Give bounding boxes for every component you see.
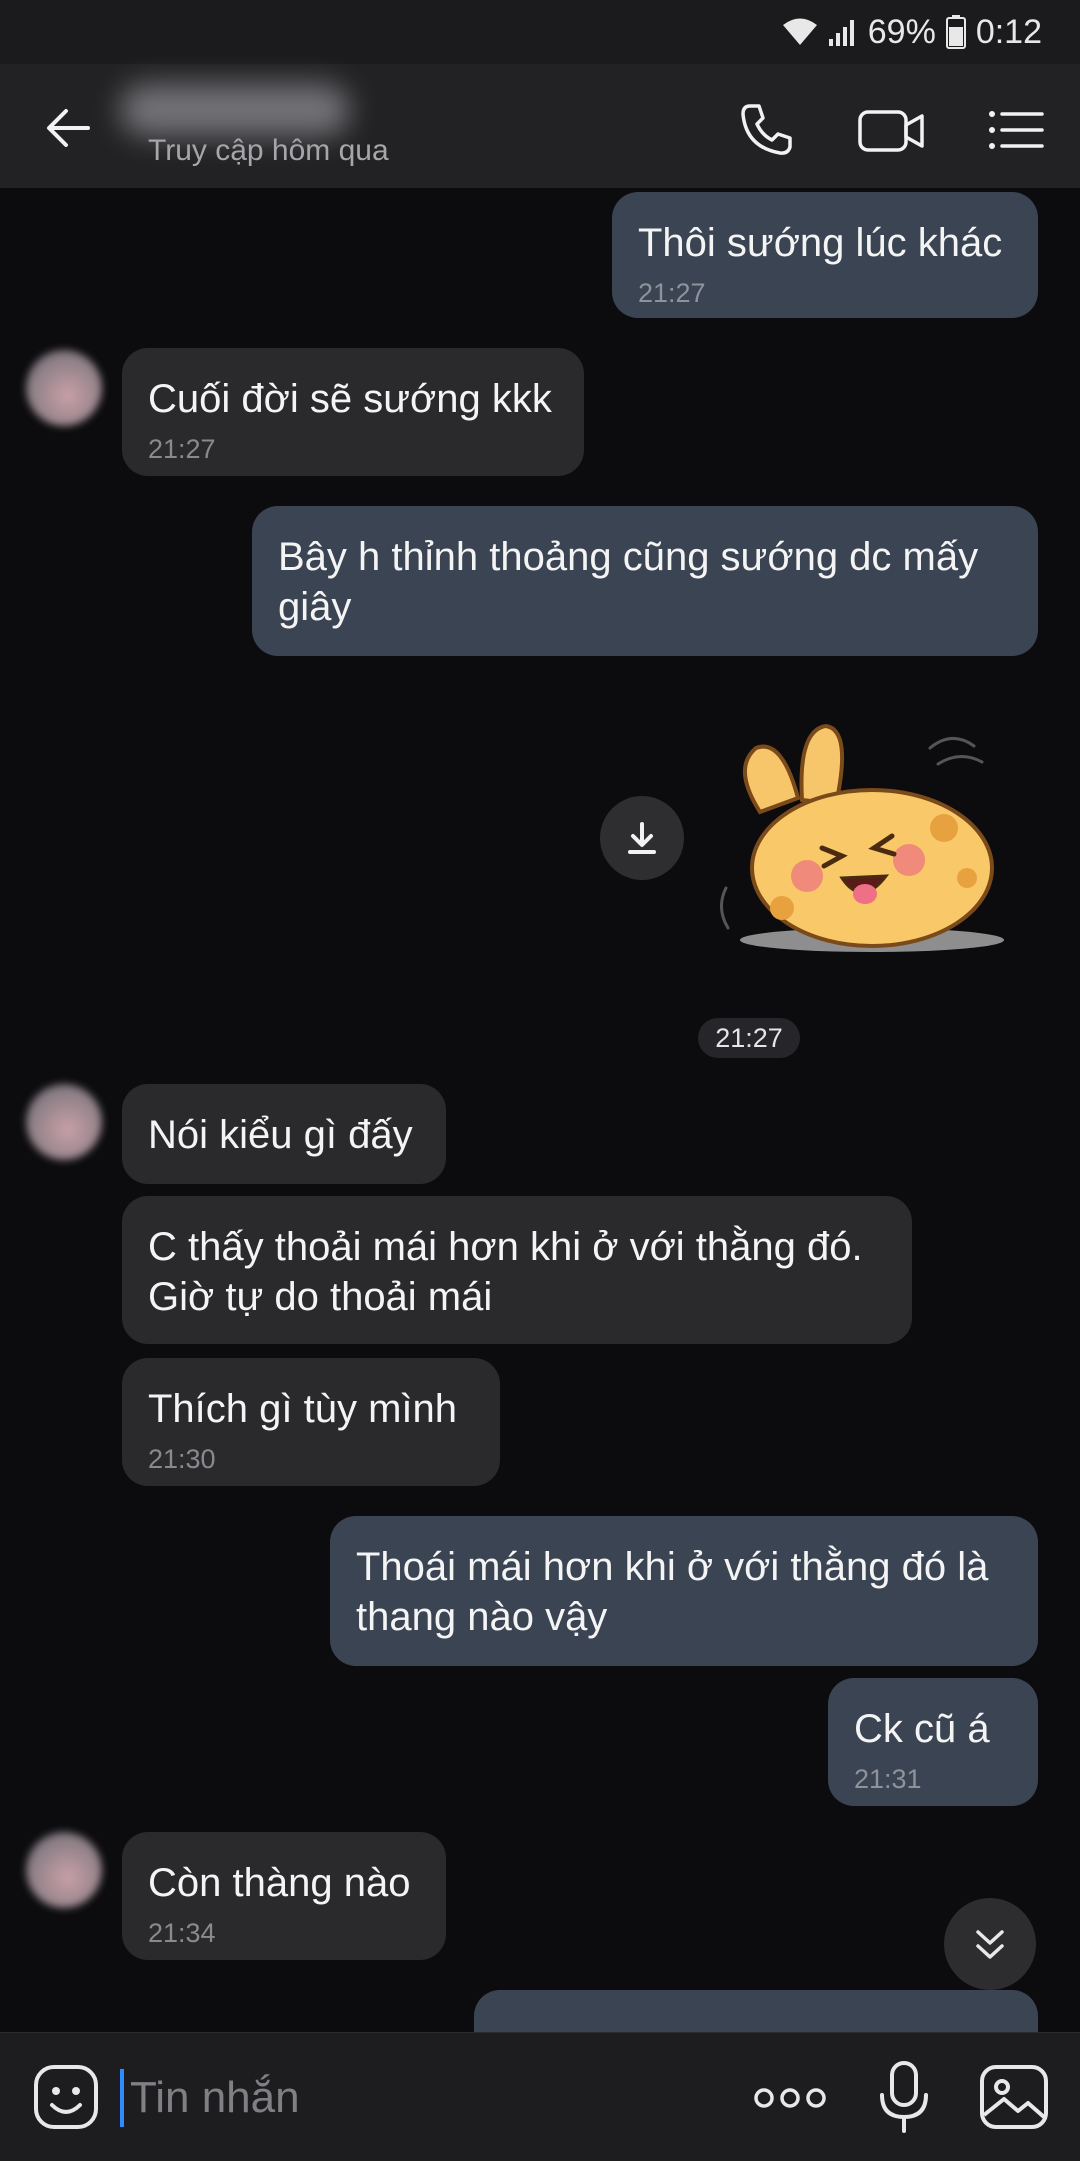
message-list[interactable]: Thôi sướng lúc khác 21:27 Cuối đời sẽ sư… xyxy=(0,188,1080,2032)
message-input-bar xyxy=(0,2032,1080,2161)
message-bubble-incoming[interactable]: Thích gì tùy mình 21:30 xyxy=(122,1358,500,1486)
message-text: Thoái mái hơn khi ở với thằng đó là than… xyxy=(356,1545,989,1639)
contact-name-redacted xyxy=(120,84,350,136)
message-bubble-incoming[interactable]: Nói kiểu gì đấy xyxy=(122,1084,446,1184)
message-time: 21:34 xyxy=(148,1918,216,1948)
message-time: 21:27 xyxy=(638,278,706,308)
chat-header: Truy cập hôm qua xyxy=(0,64,1080,188)
more-dots-icon xyxy=(754,2088,826,2108)
message-time: 21:27 xyxy=(148,434,216,464)
avatar[interactable] xyxy=(26,1832,102,1908)
message-bubble-outgoing[interactable]: Ck cũ á 21:31 xyxy=(828,1678,1038,1806)
message-input[interactable] xyxy=(128,2057,712,2139)
clock: 0:12 xyxy=(975,12,1042,51)
message-text: Còn thàng nào xyxy=(148,1861,411,1905)
call-button[interactable] xyxy=(730,94,802,166)
avatar[interactable] xyxy=(26,1084,102,1160)
signal-icon xyxy=(828,20,854,46)
more-options-button[interactable] xyxy=(752,2063,828,2133)
battery-icon xyxy=(945,15,966,49)
image-gallery-icon xyxy=(980,2065,1048,2129)
message-text: Thôi sướng lúc khác xyxy=(638,221,1003,265)
text-caret xyxy=(120,2069,124,2127)
scroll-to-bottom-button[interactable] xyxy=(944,1898,1036,1990)
message-time: 21:31 xyxy=(854,1764,922,1794)
microphone-icon xyxy=(880,2061,928,2133)
status-indicators: 69% 0:12 xyxy=(782,8,1042,56)
status-bar: 69% 0:12 xyxy=(0,0,1080,64)
message-bubble-incoming[interactable]: C thấy thoải mái hơn khi ở với thằng đó.… xyxy=(122,1196,912,1344)
wifi-icon xyxy=(782,18,817,45)
download-sticker-button[interactable] xyxy=(600,796,684,880)
back-button[interactable] xyxy=(40,100,96,156)
message-text: Ck cũ á xyxy=(854,1707,990,1751)
last-seen-status: Truy cập hôm qua xyxy=(148,134,389,167)
phone-icon xyxy=(741,104,792,155)
message-bubble-outgoing[interactable]: Bây h thỉnh thoảng cũng sướng dc mấy giâ… xyxy=(252,506,1038,656)
message-time: 21:30 xyxy=(148,1444,216,1474)
sticker-time-chip: 21:27 xyxy=(698,1018,800,1058)
voice-message-button[interactable] xyxy=(872,2057,936,2137)
message-bubble-outgoing[interactable]: Thoái mái hơn khi ở với thằng đó là than… xyxy=(330,1516,1038,1666)
menu-button[interactable] xyxy=(980,94,1052,166)
bunny-sticker[interactable] xyxy=(712,708,1012,968)
message-text: Thích gì tùy mình xyxy=(148,1387,458,1431)
message-text: Nói kiểu gì đấy xyxy=(148,1113,413,1157)
message-bubble-incoming[interactable]: Cuối đời sẽ sướng kkk 21:27 xyxy=(122,348,584,476)
battery-percent: 69% xyxy=(867,12,936,51)
message-text: C thấy thoải mái hơn khi ở với thằng đó.… xyxy=(148,1225,863,1319)
emoji-button[interactable] xyxy=(30,2061,102,2133)
menu-list-icon xyxy=(989,111,1044,149)
avatar[interactable] xyxy=(26,350,102,426)
back-arrow-icon xyxy=(47,109,90,147)
message-bubble-incoming[interactable]: Còn thàng nào 21:34 xyxy=(122,1832,446,1960)
message-bubble-outgoing[interactable]: Thôi sướng lúc khác 21:27 xyxy=(612,192,1038,318)
message-text: Cuối đời sẽ sướng kkk xyxy=(148,377,552,421)
emoji-face-icon xyxy=(34,2065,98,2129)
double-chevron-down-icon xyxy=(976,1930,1004,1959)
message-bubble-outgoing-partial[interactable] xyxy=(474,1990,1038,2032)
video-call-icon xyxy=(858,110,924,152)
video-call-button[interactable] xyxy=(856,94,928,166)
download-icon xyxy=(628,822,656,854)
message-text: Bây h thỉnh thoảng cũng sướng dc mấy giâ… xyxy=(278,535,979,629)
gallery-button[interactable] xyxy=(976,2059,1052,2135)
